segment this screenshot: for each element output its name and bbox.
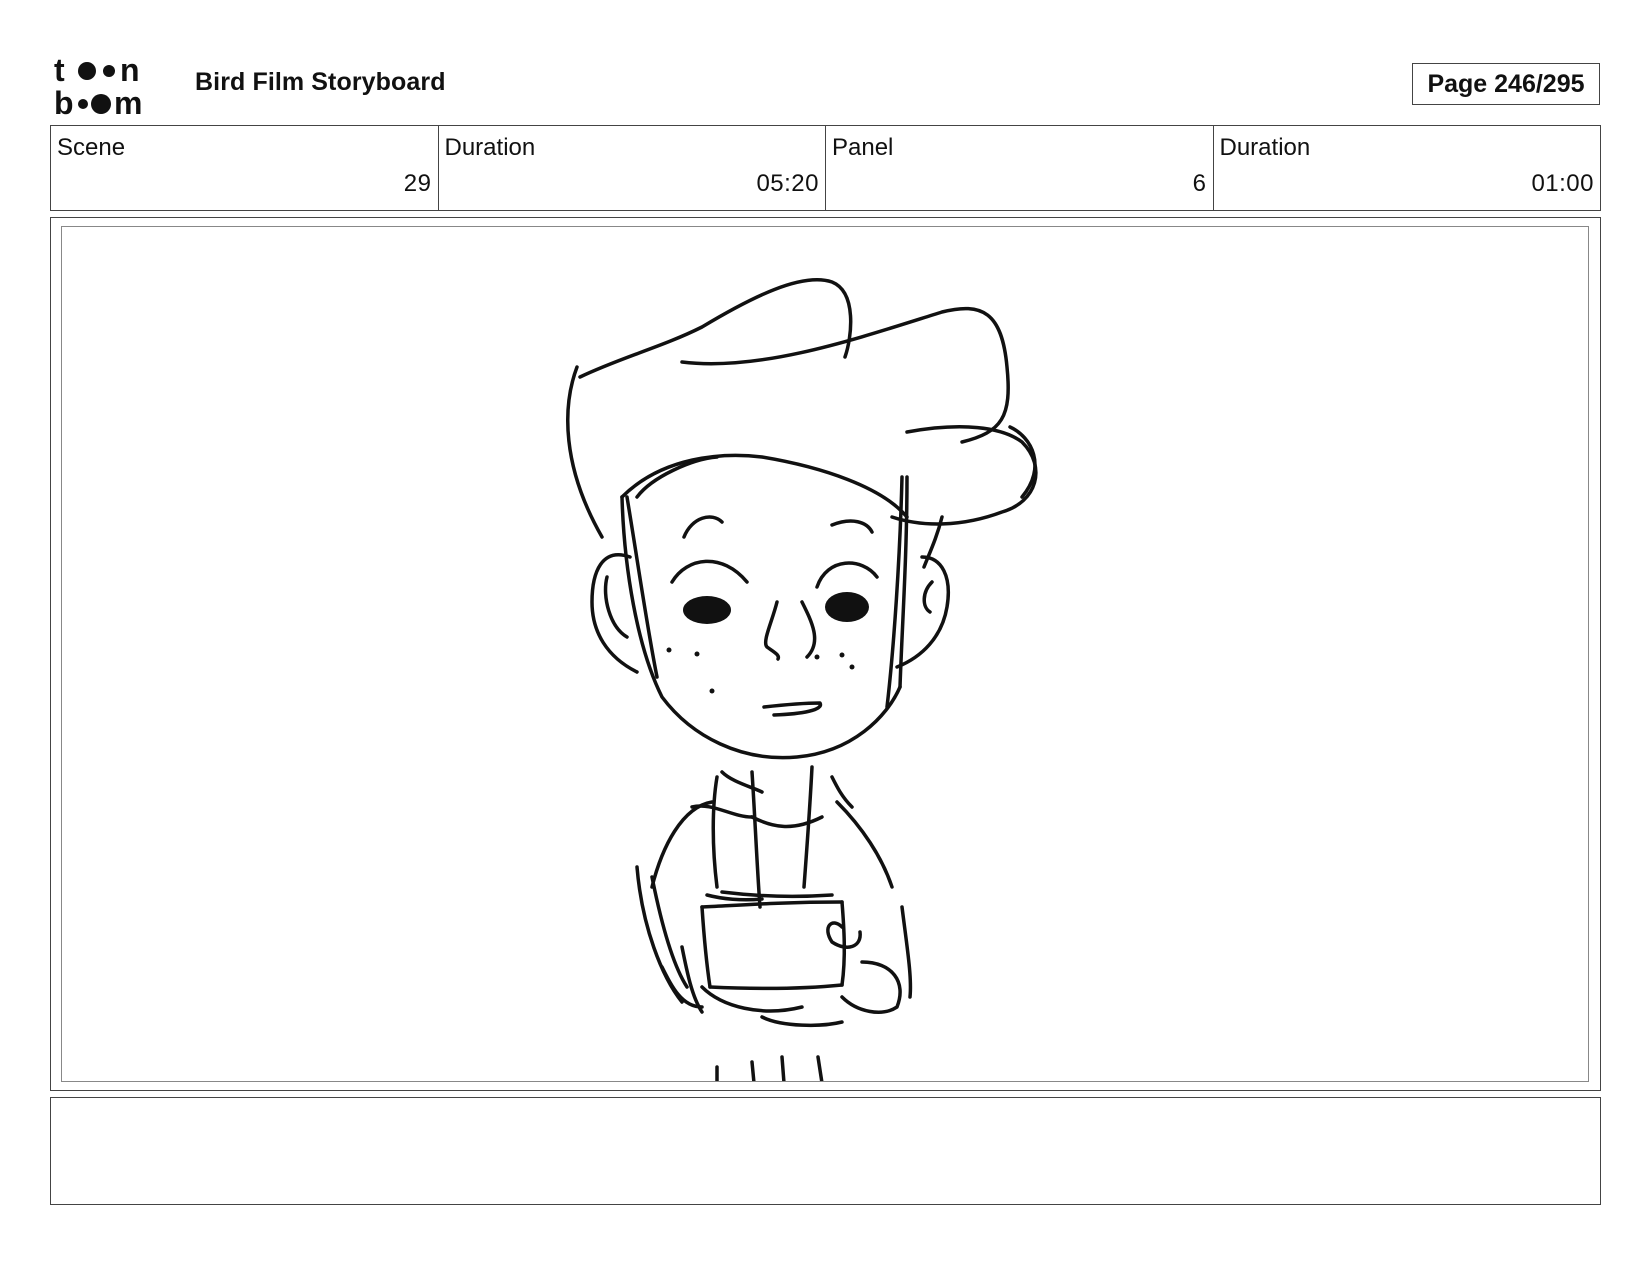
panel-duration-value: 01:00 (1531, 170, 1594, 197)
panel-notes-box[interactable] (50, 1097, 1601, 1205)
panel-cell: Panel 6 (826, 126, 1214, 210)
scene-label: Scene (57, 134, 126, 161)
scene-duration-cell: Duration 05:20 (439, 126, 826, 210)
panel-duration-label: Duration (1219, 134, 1311, 161)
scene-cell: Scene 29 (51, 126, 439, 210)
panel-duration-cell: Duration 01:00 (1214, 126, 1601, 210)
svg-text:m: m (114, 85, 142, 116)
panel-frame (61, 226, 1589, 1082)
scene-duration-label: Duration (444, 134, 536, 161)
toon-boom-logo: t n b m (54, 54, 170, 116)
panel-value: 6 (1192, 170, 1207, 197)
panel-label: Panel (832, 134, 894, 161)
scene-duration-value: 05:20 (756, 170, 819, 197)
svg-text:b: b (54, 85, 74, 116)
storyboard-panel (50, 217, 1601, 1091)
scene-value: 29 (403, 170, 432, 197)
scene-info-row: Scene 29 Duration 05:20 Panel 6 Duration… (50, 125, 1601, 211)
svg-text:t: t (54, 54, 65, 88)
svg-text:n: n (120, 54, 140, 88)
page-indicator: Page 246/295 (1412, 63, 1600, 105)
document-title: Bird Film Storyboard (195, 68, 446, 96)
sketch-image (566, 278, 1038, 1081)
